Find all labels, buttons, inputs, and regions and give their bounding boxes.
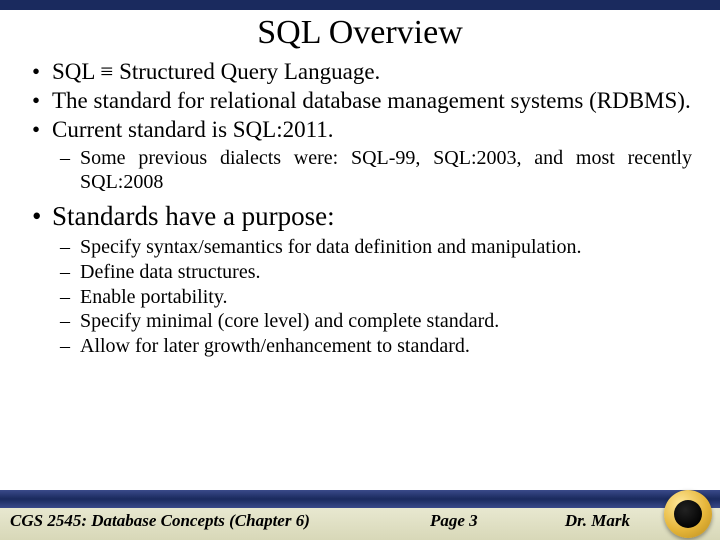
bullet-list: SQL ≡ Structured Query Language. The sta… <box>28 58 692 143</box>
top-band <box>0 0 720 10</box>
bullet-list: Standards have a purpose: <box>28 201 692 233</box>
sub-bullet-item: Allow for later growth/enhancement to st… <box>28 335 692 359</box>
sub-bullet-item: Enable portability. <box>28 286 692 310</box>
bullet-item: SQL ≡ Structured Query Language. <box>28 58 692 85</box>
footer: CGS 2545: Database Concepts (Chapter 6) … <box>0 490 720 540</box>
university-logo-icon <box>664 490 712 538</box>
bullet-item: The standard for relational database man… <box>28 87 692 114</box>
sub-bullet-item: Some previous dialects were: SQL-99, SQL… <box>28 147 692 194</box>
footer-text: CGS 2545: Database Concepts (Chapter 6) … <box>0 508 720 540</box>
footer-course: CGS 2545: Database Concepts (Chapter 6) <box>10 511 310 531</box>
footer-author: Dr. Mark <box>565 511 630 531</box>
footer-page: Page 3 <box>430 511 478 531</box>
slide: SQL Overview SQL ≡ Structured Query Lang… <box>0 0 720 540</box>
bullet-item: Current standard is SQL:2011. <box>28 116 692 143</box>
slide-title: SQL Overview <box>0 14 720 52</box>
sub-bullet-item: Specify minimal (core level) and complet… <box>28 310 692 334</box>
footer-bar <box>0 490 720 508</box>
sub-bullet-item: Define data structures. <box>28 261 692 285</box>
slide-content: SQL ≡ Structured Query Language. The sta… <box>0 58 720 490</box>
sub-bullet-list: Specify syntax/semantics for data defini… <box>28 236 692 358</box>
sub-bullet-item: Specify syntax/semantics for data defini… <box>28 236 692 260</box>
sub-bullet-list: Some previous dialects were: SQL-99, SQL… <box>28 147 692 194</box>
bullet-item: Standards have a purpose: <box>28 201 692 233</box>
